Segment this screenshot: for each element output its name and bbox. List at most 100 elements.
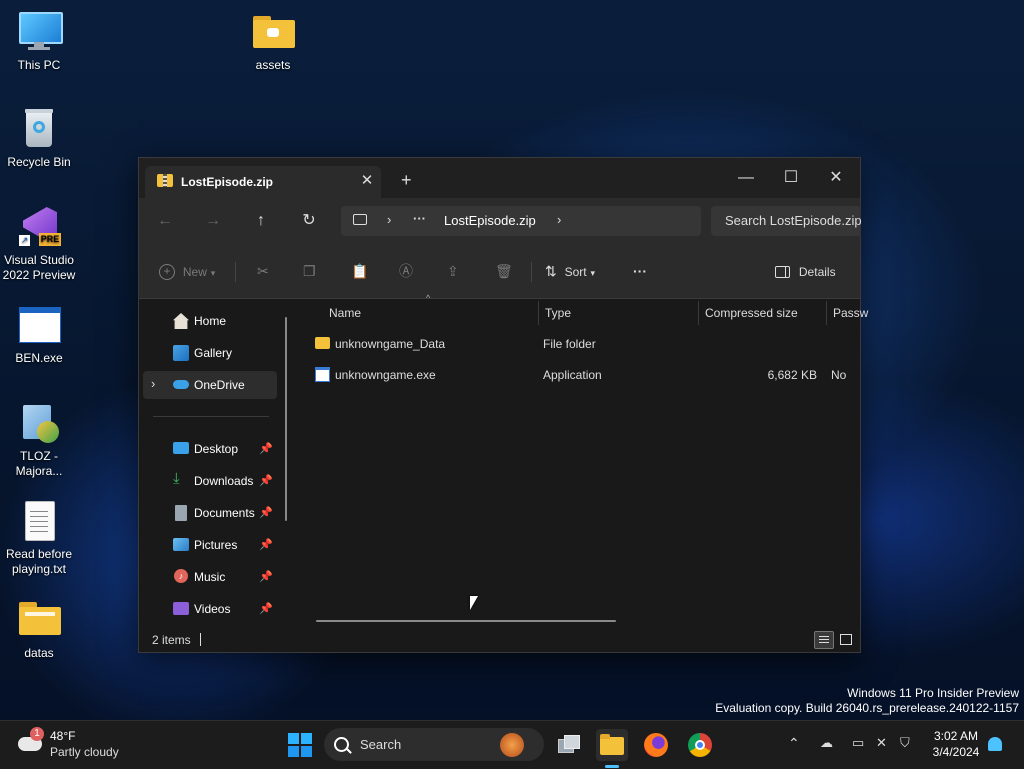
taskbar-file-explorer[interactable] (596, 729, 628, 768)
cut-icon: ✂ (257, 263, 269, 279)
pin-icon[interactable]: 📌 (259, 602, 273, 615)
desktop-icon-assets[interactable]: assets (235, 10, 311, 73)
sidebar-item-videos[interactable]: Videos 📌 (143, 595, 277, 623)
file-password: No (831, 368, 847, 382)
delete-button[interactable]: 🗑 (495, 258, 513, 284)
sidebar-item-gallery[interactable]: Gallery (143, 339, 277, 367)
address-bar[interactable]: › ··· LostEpisode.zip › (341, 206, 701, 236)
network-icon[interactable]: ▭ (852, 735, 864, 751)
taskbar-chrome[interactable] (684, 729, 716, 761)
sidebar-item-home[interactable]: Home (143, 307, 277, 335)
maximize-button[interactable]: ☐ (768, 164, 814, 192)
weather-widget[interactable]: 1 48°F Partly cloudy (16, 727, 136, 763)
gallery-icon (173, 345, 189, 361)
details-pane-button[interactable]: Details (775, 258, 836, 284)
column-header-compressed-size[interactable]: Compressed size (705, 299, 798, 327)
breadcrumb-current[interactable]: LostEpisode.zip (444, 213, 536, 228)
taskbar-search-label: Search (360, 737, 402, 752)
column-header-type[interactable]: Type (545, 299, 571, 327)
pin-icon[interactable]: 📌 (259, 506, 273, 519)
search-box[interactable]: Search LostEpisode.zip (711, 206, 861, 236)
desktop-icon-visual-studio[interactable]: PRE ↗ Visual Studio 2022 Preview (1, 205, 77, 283)
table-row[interactable]: unknowngame.exe Application 6,682 KB No (314, 360, 860, 390)
volume-muted-icon[interactable]: ✕ (876, 735, 887, 751)
visual-studio-icon: PRE ↗ (17, 205, 61, 249)
desktop-icon-this-pc[interactable]: This PC (1, 10, 77, 73)
up-button[interactable]: ↑ (245, 208, 277, 234)
sidebar-item-label: Videos (194, 602, 231, 616)
notification-bell-icon[interactable] (988, 737, 1002, 751)
minimize-button[interactable]: — (723, 164, 769, 192)
weather-condition: Partly cloudy (50, 745, 119, 759)
pre-badge: PRE (39, 233, 61, 246)
sidebar-item-onedrive[interactable]: › OneDrive (143, 371, 277, 399)
desktop-icon-label: This PC (17, 58, 61, 72)
table-row[interactable]: unknowngame_Data File folder (314, 329, 860, 359)
column-separator[interactable] (826, 301, 827, 325)
start-button[interactable] (284, 729, 316, 761)
weather-temp: 48°F (50, 729, 76, 743)
cut-button[interactable]: ✂ (257, 258, 269, 284)
sidebar-item-downloads[interactable]: ⤓ Downloads 📌 (143, 467, 277, 495)
desktop-icon-recycle-bin[interactable]: Recycle Bin (1, 107, 77, 170)
refresh-button[interactable]: ↻ (293, 208, 325, 234)
clock[interactable]: 3:02 AM 3/4/2024 (926, 729, 986, 759)
sidebar-item-documents[interactable]: Documents 📌 (143, 499, 277, 527)
desktop-icon-ben-exe[interactable]: BEN.exe (1, 303, 77, 366)
sidebar-divider (153, 416, 269, 417)
new-button[interactable]: + New ▾ (159, 258, 215, 284)
sidebar-item-label: Downloads (194, 474, 254, 488)
sidebar-scrollbar[interactable] (285, 317, 287, 521)
details-view-button[interactable] (814, 631, 834, 649)
column-header-name[interactable]: Name (329, 299, 361, 327)
taskbar-firefox[interactable] (640, 729, 672, 761)
sidebar-item-desktop[interactable]: Desktop 📌 (143, 435, 277, 463)
rename-icon: Ⓐ (399, 263, 413, 279)
back-button[interactable]: ← (149, 208, 181, 234)
sort-button[interactable]: ⇅ Sort ▾ (545, 258, 595, 284)
task-view-icon-back (564, 735, 580, 749)
pin-icon[interactable]: 📌 (259, 442, 273, 455)
close-button[interactable]: ✕ (813, 164, 859, 192)
tab-close-icon[interactable]: ✕ (359, 171, 375, 189)
title-bar[interactable]: LostEpisode.zip ✕ + — ☐ ✕ (139, 158, 860, 198)
desktop-icon-label: Recycle Bin (7, 155, 71, 169)
pin-icon[interactable]: 📌 (259, 538, 273, 551)
security-icon[interactable]: ⛉ (900, 735, 910, 751)
sidebar-item-label: Home (194, 314, 227, 328)
breadcrumb-more[interactable]: ··· (413, 211, 426, 226)
column-header-password[interactable]: Passw (833, 299, 868, 327)
tab-losteipsode-zip[interactable]: LostEpisode.zip ✕ (145, 166, 381, 198)
column-separator[interactable] (698, 301, 699, 325)
show-hidden-icons-chevron[interactable]: ⌃ (788, 735, 800, 752)
tiles-view-icon (840, 634, 852, 645)
copy-button[interactable]: ❐ (303, 258, 316, 284)
pin-icon[interactable]: 📌 (259, 474, 273, 487)
desktop-icon-datas[interactable]: datas (1, 598, 77, 661)
onedrive-offline-icon[interactable]: ☁ (820, 735, 833, 751)
status-bar: 2 items (139, 629, 860, 651)
large-icons-view-button[interactable] (836, 631, 854, 647)
folder-icon (315, 337, 330, 349)
folder-icon (17, 598, 61, 642)
forward-button[interactable]: → (197, 208, 229, 234)
share-button[interactable]: ⇪ (447, 258, 459, 284)
task-view-button[interactable] (552, 729, 584, 761)
item-count: 2 items (152, 633, 191, 647)
cloud-icon (173, 380, 189, 389)
search-input[interactable]: Search LostEpisode.zip (725, 213, 861, 228)
rename-button[interactable]: Ⓐ (399, 258, 413, 284)
paste-button[interactable]: 📋 (351, 258, 368, 284)
taskbar-search[interactable]: Search (324, 728, 544, 761)
pin-icon[interactable]: 📌 (259, 570, 273, 583)
sidebar-item-music[interactable]: ♪ Music 📌 (143, 563, 277, 591)
exe-window-icon (17, 303, 61, 347)
desktop-icon-read-before-playing[interactable]: Read before playing.txt (1, 499, 77, 577)
more-options-button[interactable]: ··· (633, 258, 647, 284)
new-tab-button[interactable]: + (401, 170, 412, 191)
column-separator[interactable] (538, 301, 539, 325)
desktop-icon-tloz[interactable]: TLOZ - Majora... (1, 401, 77, 479)
sidebar-item-pictures[interactable]: Pictures 📌 (143, 531, 277, 559)
horizontal-scrollbar[interactable] (316, 620, 616, 622)
trash-icon: 🗑 (495, 263, 513, 279)
